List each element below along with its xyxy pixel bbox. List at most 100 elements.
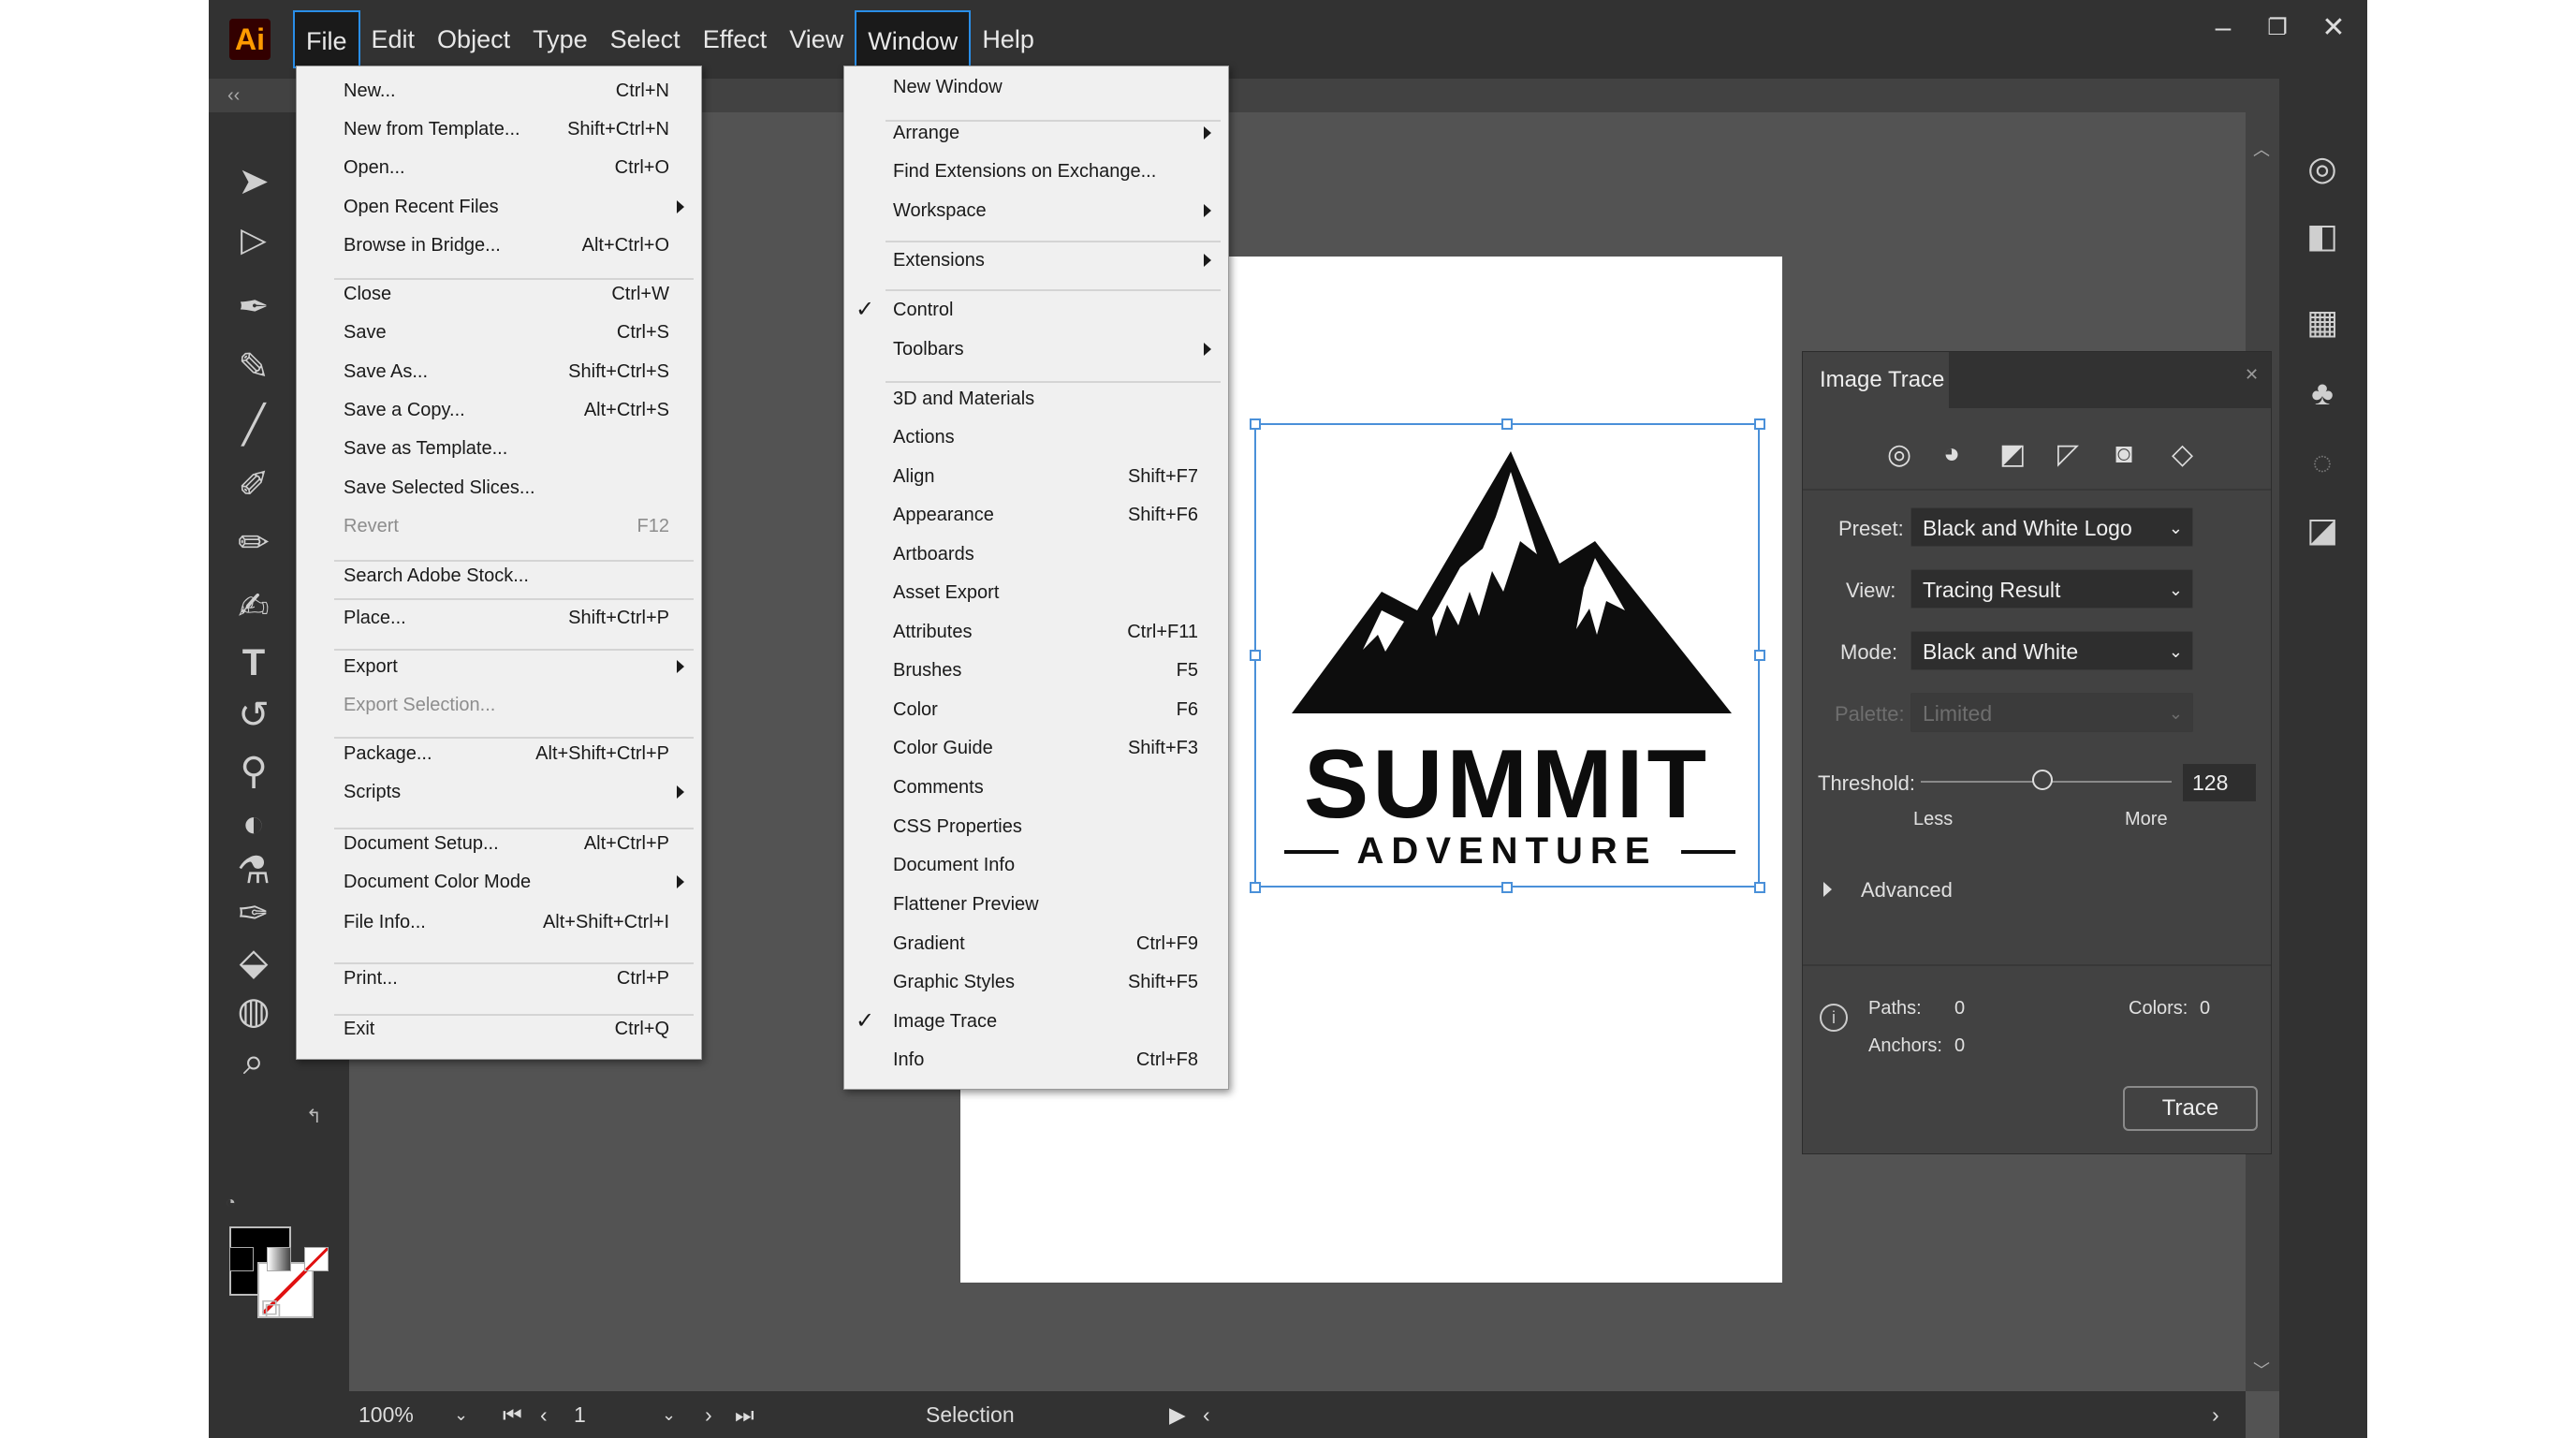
window-menu-item-gradient[interactable]: Gradient Ctrl+F9 (844, 925, 1228, 962)
file-menu-item-open[interactable]: Open... Ctrl+O (297, 149, 701, 186)
file-menu-item-save-selected-slices[interactable]: Save Selected Slices... (297, 469, 701, 506)
window-menu-item-graphic-styles[interactable]: Graphic Styles Shift+F5 (844, 963, 1228, 1001)
libraries-dock-icon[interactable]: ◌ (2300, 440, 2345, 485)
resize-handle-bottom-left[interactable] (1250, 882, 1261, 893)
window-menu-item-css-properties[interactable]: CSS Properties (844, 808, 1228, 845)
menu-view[interactable]: View (778, 10, 855, 68)
window-menu-item-color[interactable]: Color F6 (844, 691, 1228, 728)
window-menu-item-3d-and-materials[interactable]: 3D and Materials (844, 380, 1228, 418)
file-menu-item-file-info[interactable]: File Info... Alt+Shift+Ctrl+I (297, 903, 701, 941)
zoom-level[interactable]: 100% (359, 1391, 414, 1438)
artboard-dropdown-icon[interactable]: ⌄ (662, 1391, 676, 1438)
menu-type[interactable]: Type (521, 10, 599, 68)
scroll-left-icon[interactable]: ‹ (1203, 1391, 1210, 1438)
swap-colors-icon[interactable]: ↰ (306, 1105, 322, 1128)
resize-handle-left[interactable] (1250, 650, 1261, 661)
window-menu-item-toolbars[interactable]: Toolbars (844, 330, 1228, 368)
window-menu-item-attributes[interactable]: Attributes Ctrl+F11 (844, 613, 1228, 651)
scroll-up-icon[interactable]: ︿ (2253, 137, 2270, 161)
file-menu-item-search-adobe-stock[interactable]: Search Adobe Stock... (297, 557, 701, 594)
image-trace-dock-icon[interactable]: ◎ (2300, 146, 2345, 191)
resize-handle-bottom-right[interactable] (1754, 882, 1765, 893)
previous-artboard-icon[interactable]: ‹ (540, 1391, 548, 1438)
rotate-tool-icon[interactable]: ↺ (227, 689, 280, 741)
window-menu-item-appearance[interactable]: Appearance Shift+F6 (844, 496, 1228, 534)
file-menu-item-export[interactable]: Export (297, 648, 701, 685)
file-menu-item-new-from-template[interactable]: New from Template... Shift+Ctrl+N (297, 110, 701, 148)
window-menu-item-asset-export[interactable]: Asset Export (844, 574, 1228, 611)
low-color-preset-icon[interactable]: ◩ (1999, 438, 2026, 471)
window-menu-item-color-guide[interactable]: Color Guide Shift+F3 (844, 729, 1228, 767)
artboard-number[interactable]: 1 (574, 1391, 586, 1438)
file-menu-item-document-color-mode[interactable]: Document Color Mode (297, 863, 701, 901)
panel-close-icon[interactable]: ✕ (2245, 365, 2259, 385)
selection-bounding-box[interactable] (1254, 423, 1760, 888)
zoom-tool-icon[interactable]: ⌕ (227, 1035, 280, 1088)
scroll-right-icon[interactable]: › (2212, 1391, 2219, 1438)
status-menu-icon[interactable]: ▶ (1169, 1391, 1186, 1438)
last-artboard-icon[interactable]: ⏭ (735, 1391, 754, 1438)
warp-tool-icon[interactable]: ⚲ (227, 745, 280, 798)
gradient-mode-icon[interactable] (267, 1247, 291, 1271)
resize-handle-top-right[interactable] (1754, 418, 1765, 430)
pencil-tool-icon[interactable]: ✏ (227, 517, 280, 569)
curvature-tool-icon[interactable]: ✎ (227, 341, 280, 393)
menu-window[interactable]: Window (855, 10, 972, 68)
preset-select[interactable]: Black and White Logo ⌄ (1910, 507, 2193, 547)
menu-select[interactable]: Select (599, 10, 692, 68)
black-white-preset-icon[interactable]: ◙ (2115, 438, 2132, 470)
resize-handle-bottom[interactable] (1501, 882, 1513, 893)
menu-effect[interactable]: Effect (692, 10, 779, 68)
file-menu-item-document-setup[interactable]: Document Setup... Alt+Ctrl+P (297, 825, 701, 862)
file-menu-item-package[interactable]: Package... Alt+Shift+Ctrl+P (297, 735, 701, 772)
shape-builder-tool-icon[interactable]: ◐ (227, 798, 280, 850)
window-menu-item-find-extensions-on-exchange[interactable]: Find Extensions on Exchange... (844, 153, 1228, 190)
window-menu-item-workspace[interactable]: Workspace (844, 192, 1228, 229)
pen-tool-icon[interactable]: ✒ (227, 281, 280, 333)
trace-button[interactable]: Trace (2123, 1086, 2258, 1131)
type-tool-icon[interactable]: T (227, 637, 280, 689)
file-menu-item-print[interactable]: Print... Ctrl+P (297, 960, 701, 997)
file-menu-item-place[interactable]: Place... Shift+Ctrl+P (297, 599, 701, 637)
window-menu-item-flattener-preview[interactable]: Flattener Preview (844, 886, 1228, 923)
auto-color-preset-icon[interactable]: ◎ (1887, 438, 1911, 471)
window-menu-item-document-info[interactable]: Document Info (844, 846, 1228, 884)
color-mode-icon[interactable] (229, 1247, 254, 1271)
window-menu-item-comments[interactable]: Comments (844, 769, 1228, 806)
menu-edit[interactable]: Edit (360, 10, 427, 68)
window-menu-item-brushes[interactable]: Brushes F5 (844, 652, 1228, 689)
menu-object[interactable]: Object (426, 10, 521, 68)
view-select[interactable]: Tracing Result ⌄ (1910, 569, 2193, 609)
selection-tool-icon[interactable]: ➤ (227, 155, 280, 208)
paintbrush-tool-icon[interactable]: ✐ (227, 459, 280, 511)
window-menu-item-artboards[interactable]: Artboards (844, 536, 1228, 573)
grayscale-preset-icon[interactable]: ◸ (2057, 438, 2079, 471)
threshold-input[interactable]: 128 (2183, 764, 2256, 801)
resize-handle-top[interactable] (1501, 418, 1513, 430)
live-paint-tool-icon[interactable]: ⬙ (227, 936, 280, 989)
advanced-expand-icon[interactable] (1823, 882, 1832, 897)
symbols-dock-icon[interactable]: ♣ (2300, 371, 2345, 416)
direct-selection-tool-icon[interactable]: ▷ (227, 213, 280, 266)
file-menu-item-save-a-copy[interactable]: Save a Copy... Alt+Ctrl+S (297, 391, 701, 429)
resize-handle-top-left[interactable] (1250, 418, 1261, 430)
file-menu-item-save-as[interactable]: Save As... Shift+Ctrl+S (297, 353, 701, 390)
window-menu-item-align[interactable]: Align Shift+F7 (844, 458, 1228, 495)
file-menu-item-save-as-template[interactable]: Save as Template... (297, 430, 701, 467)
window-menu-item-actions[interactable]: Actions (844, 418, 1228, 456)
window-menu-item-new-window[interactable]: New Window (844, 68, 1228, 106)
rotate-view-tool-icon[interactable]: ◍ (227, 985, 280, 1037)
file-menu-item-browse-in-bridge[interactable]: Browse in Bridge... Alt+Ctrl+O (297, 227, 701, 264)
menu-help[interactable]: Help (971, 10, 1046, 68)
screen-mode-icon[interactable]: ⧉ (261, 1294, 281, 1326)
scroll-down-icon[interactable]: ﹀ (2253, 1357, 2270, 1382)
menu-file[interactable]: File (293, 10, 360, 68)
file-menu-item-scripts[interactable]: Scripts (297, 773, 701, 811)
line-tool-icon[interactable]: ╱ (227, 399, 280, 451)
default-colors-icon[interactable]: ◔ (226, 1193, 236, 1212)
properties-dock-icon[interactable]: ◧ (2300, 213, 2345, 258)
close-icon[interactable]: ✕ (2305, 0, 2362, 56)
mode-select[interactable]: Black and White ⌄ (1910, 631, 2193, 670)
layers-dock-icon[interactable]: ◪ (2300, 507, 2345, 552)
blend-tool-icon[interactable]: ✑ (227, 888, 280, 940)
